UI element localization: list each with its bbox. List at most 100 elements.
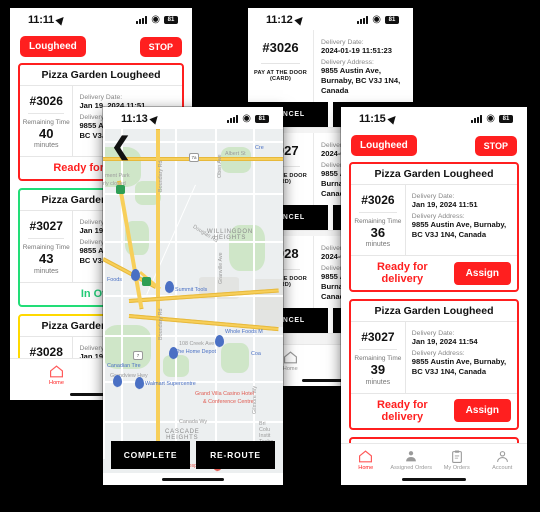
map-canvas[interactable]: ment Park rly closed Albert St Boundary … xyxy=(103,129,283,473)
map-transit-marker[interactable] xyxy=(142,277,151,286)
wifi-icon: ◉ xyxy=(486,113,495,124)
map-street-label: Canada Wy xyxy=(179,419,208,425)
tab-home[interactable]: Home xyxy=(343,449,389,471)
cellular-signal-icon xyxy=(471,115,483,123)
delivery-date-label: Delivery Date: xyxy=(79,94,123,101)
map-poi-label: Whole Foods M xyxy=(225,329,263,335)
order-status-text: Ready for delivery xyxy=(376,261,428,286)
battery-icon: 81 xyxy=(255,115,269,123)
remaining-time-value: 43 xyxy=(38,251,54,267)
order-card-footer: Ready for delivery Assign xyxy=(351,392,517,428)
location-arrow-icon xyxy=(55,14,67,26)
assigned-orders-icon xyxy=(389,449,435,464)
status-indicators: ◉ 81 xyxy=(357,15,399,25)
order-card[interactable]: Pizza Garden Lougheed #3027 Remaining Ti… xyxy=(349,299,519,430)
map-poi-label: Grand Villa Casino Hotel xyxy=(195,391,254,397)
map-route-shield: 7 xyxy=(133,351,143,360)
assigned-order-detail: Delivery Date: 2024-01-19 11:51:23 Deliv… xyxy=(314,30,413,102)
status-time-group: 11:12 xyxy=(266,14,306,26)
tab-my-orders-label: My Orders xyxy=(443,465,470,471)
status-time: 11:15 xyxy=(359,113,386,125)
order-summary-column: #3027 Remaining Time 43 minutes xyxy=(20,211,74,282)
wifi-icon: ◉ xyxy=(242,113,251,124)
order-store-title: Pizza Garden Lougheed xyxy=(351,164,517,185)
order-summary-column: #3026 Remaining Time 36 minutes xyxy=(351,185,406,256)
tab-my-orders[interactable]: My Orders xyxy=(434,449,480,471)
order-store-title: Pizza Garden Lougheed xyxy=(351,301,517,323)
assigned-order-body: #3026 PAY AT THE DOOR (CARD) Delivery Da… xyxy=(248,30,413,103)
map-transit-marker[interactable] xyxy=(116,185,125,194)
map-street xyxy=(175,129,177,459)
tab-assigned-orders[interactable]: Assigned Orders xyxy=(389,449,435,471)
tab-home-label: Home xyxy=(49,380,64,386)
tab-account-label: Account xyxy=(492,465,513,471)
stop-button[interactable]: STOP xyxy=(139,36,182,57)
map-pin[interactable] xyxy=(215,335,224,348)
map-poi-label: Cre xyxy=(255,145,264,151)
assign-button[interactable]: Assign xyxy=(453,261,511,285)
delivery-address-label: Delivery Address: xyxy=(321,59,374,67)
location-arrow-icon xyxy=(148,113,161,125)
assign-button[interactable]: Assign xyxy=(453,399,511,422)
cellular-signal-icon xyxy=(357,16,369,24)
remaining-time-unit: minutes xyxy=(33,142,59,150)
map-place-label: WILLINGDON HEIGHTS xyxy=(207,229,254,241)
map-poi-label: The Home Depot xyxy=(175,349,217,355)
order-detail-column: Delivery Date: Jan 19, 2024 11:54 Delive… xyxy=(406,322,517,392)
remaining-time-value: 36 xyxy=(370,225,386,240)
top-action-row: Lougheed STOP xyxy=(10,30,192,63)
stop-button[interactable]: STOP xyxy=(474,135,517,156)
map-street-label: Boundary Rd xyxy=(158,160,164,192)
tab-account[interactable]: Account xyxy=(480,449,526,471)
map-street-label: Boundary Rd xyxy=(158,308,164,340)
order-store-title: Pizza Garden Lougheed xyxy=(20,65,182,86)
map-pin[interactable] xyxy=(131,269,140,282)
remaining-time-value: 40 xyxy=(38,126,54,141)
order-card[interactable]: Pizza Garden Lougheed #3026 Remaining Ti… xyxy=(349,162,519,293)
wifi-icon: ◉ xyxy=(151,14,160,25)
status-bar: 11:13 ◉ 81 xyxy=(103,107,283,129)
cellular-signal-icon xyxy=(227,115,239,123)
complete-button[interactable]: COMPLETE xyxy=(111,441,190,469)
store-selector-button[interactable]: Lougheed xyxy=(20,36,86,57)
map-street-label: Albert St xyxy=(225,151,246,157)
tab-home[interactable]: Home xyxy=(12,364,101,386)
location-arrow-icon xyxy=(386,113,399,125)
map-pin[interactable] xyxy=(169,347,178,360)
map-building-block xyxy=(253,279,283,327)
order-number: #3026 xyxy=(262,40,299,55)
order-number: #3028 xyxy=(29,344,63,359)
delivery-address-value: 9855 Austin Ave, Burnaby, BC V3J 1N4, Ca… xyxy=(411,357,507,377)
phone-panel-map-route: 11:13 ◉ 81 ment Park rly closed Albert S… xyxy=(103,107,283,485)
payment-method-label: PAY AT THE DOOR (CARD) xyxy=(254,70,307,82)
order-card-list[interactable]: Pizza Garden Lougheed #3026 Remaining Ti… xyxy=(341,162,527,443)
map-pin[interactable] xyxy=(165,281,174,294)
map-pin[interactable] xyxy=(135,377,144,390)
status-indicators: ◉ 81 xyxy=(471,114,513,124)
remaining-time-unit: minutes xyxy=(33,267,59,275)
order-summary-column: #3026 Remaining Time 40 minutes xyxy=(20,86,74,157)
store-selector-button[interactable]: Lougheed xyxy=(351,135,417,156)
status-bar: 11:12 ◉ 81 xyxy=(248,8,413,30)
remaining-time-label: Remaining Time xyxy=(22,119,70,126)
map-note: ment Park xyxy=(105,173,130,179)
order-card-body: #3027 Remaining Time 39 minutes Delivery… xyxy=(351,322,517,393)
map-street xyxy=(103,335,283,337)
home-indicator xyxy=(341,473,527,485)
top-action-row: Lougheed STOP xyxy=(341,129,527,162)
divider xyxy=(261,63,300,64)
phone-panel-home-assign: 11:15 ◉ 81 Lougheed STOP Pizza Garden Lo… xyxy=(341,107,527,485)
back-chevron-icon[interactable]: ❮ xyxy=(111,135,131,159)
reroute-button[interactable]: RE-ROUTE xyxy=(196,441,275,469)
map-route-shield: 7a xyxy=(189,153,199,162)
location-arrow-icon xyxy=(293,14,306,26)
tab-home-label: Home xyxy=(358,465,374,471)
delivery-address-label: Delivery Address: xyxy=(411,350,465,358)
status-bar: 11:11 ◉ 81 xyxy=(10,8,192,30)
account-icon xyxy=(480,449,526,464)
status-indicators: ◉ 81 xyxy=(136,15,178,25)
delivery-address-value: 9855 Austin Ave, Burnaby, BC V3J 1N4, Ca… xyxy=(411,220,507,240)
status-bar: 11:15 ◉ 81 xyxy=(341,107,527,129)
map-pin[interactable] xyxy=(113,375,122,388)
order-summary-column: #3027 Remaining Time 39 minutes xyxy=(351,322,406,393)
